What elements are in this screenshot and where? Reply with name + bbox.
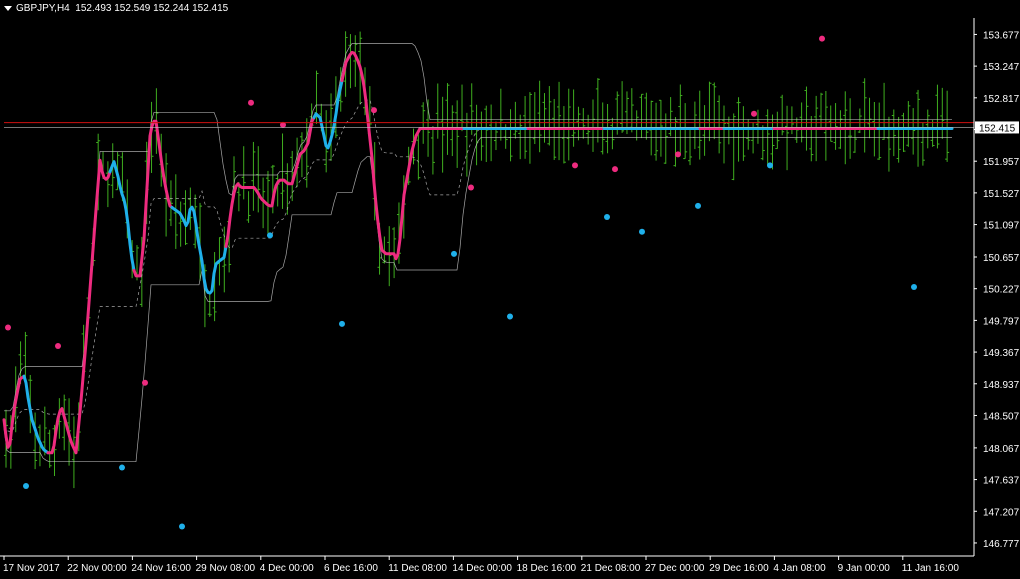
x-tick-label: 27 Dec 00:00 [645,563,705,574]
horizontal-lines [4,122,974,128]
x-tick-label: 9 Jan 00:00 [838,563,891,574]
y-tick-label: 147.637 [983,476,1020,487]
ohlc-bars [4,31,950,489]
signal-dot-up [339,320,345,327]
signal-dot-down [371,107,377,114]
y-tick-label: 153.677 [983,30,1020,41]
signal-dot-down [55,342,61,349]
x-tick-label: 17 Nov 2017 [3,563,60,574]
y-tick-label: 151.957 [983,157,1020,168]
signal-dot-down [751,110,757,117]
y-tick-label: 149.367 [983,348,1020,359]
price-chart[interactable]: 153.677153.247152.817152.387151.957151.5… [0,0,1020,579]
signal-dot-up [639,228,645,235]
envelope-upper-line [4,43,952,412]
x-tick-label: 21 Dec 08:00 [581,563,641,574]
signal-dot-down [248,99,254,106]
x-tick-label: 4 Jan 08:00 [773,563,826,574]
signal-dot-up [767,162,773,169]
x-tick-label: 29 Dec 16:00 [709,563,769,574]
current-price-label: 152.415 [979,123,1016,134]
x-tick-label: 29 Nov 08:00 [196,563,256,574]
x-tick-label: 4 Dec 00:00 [260,563,314,574]
trend-line-up [312,79,344,150]
trend-line [2,50,954,455]
y-tick-label: 151.527 [983,189,1020,200]
signal-dot-down [819,35,825,42]
signal-dot-down [612,166,618,173]
signal-dot-up [911,284,917,290]
signal-dot-down [468,184,474,191]
signal-dot-up [119,464,125,471]
x-tick-label: 11 Dec 08:00 [388,563,447,574]
signal-dot-down [5,324,11,331]
x-tick-label: 14 Dec 00:00 [452,563,512,574]
y-tick-label: 150.657 [983,253,1020,264]
x-tick-label: 22 Nov 00:00 [67,563,127,574]
x-tick-label: 18 Dec 16:00 [517,563,577,574]
signal-dot-up [451,250,457,257]
y-tick-label: 152.817 [983,94,1020,105]
signal-dot-up [23,482,29,489]
y-tick-label: 148.507 [983,411,1020,422]
y-tick-label: 150.227 [983,285,1020,296]
signal-dot-up [179,523,185,530]
signal-dot-up [267,232,273,239]
signal-dot-up [695,202,701,209]
x-tick-label: 24 Nov 16:00 [131,563,191,574]
y-tick-label: 148.067 [983,444,1020,455]
y-tick-label: 153.247 [983,62,1020,73]
signal-dot-down [142,379,148,386]
signal-dot-down [675,151,681,158]
signal-dot-down [572,162,578,169]
trend-line-up [170,205,228,295]
y-tick-label: 147.207 [983,507,1020,518]
signal-dot-up [507,313,513,320]
x-tick-label: 6 Dec 16:00 [324,563,378,574]
y-tick-label: 146.777 [983,539,1020,550]
y-tick-label: 149.797 [983,316,1020,327]
x-tick-label: 11 Jan 16:00 [902,563,960,574]
envelope-lines [3,43,952,463]
y-tick-label: 148.937 [983,380,1020,391]
y-tick-label: 151.097 [983,221,1020,232]
axes: 153.677153.247152.817152.387151.957151.5… [0,18,1020,574]
signal-dot-up [604,213,610,220]
